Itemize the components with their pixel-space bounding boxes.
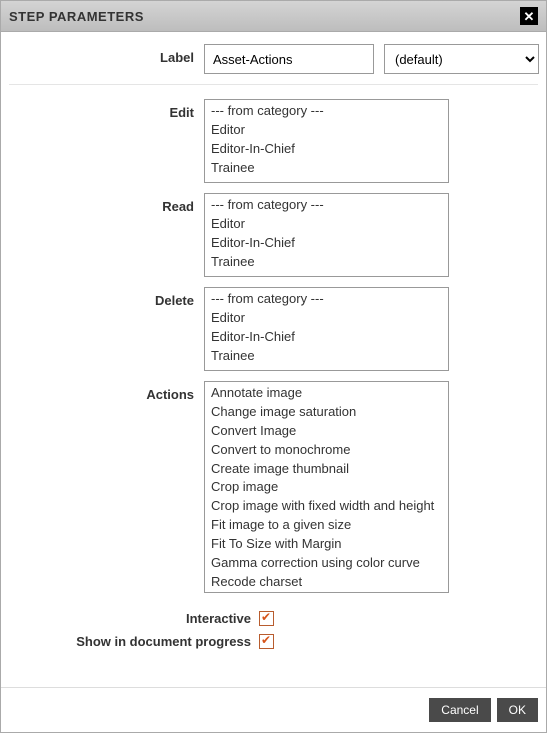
label-input[interactable]: [204, 44, 374, 74]
delete-row: Delete --- from category --- Editor Edit…: [9, 287, 538, 371]
actions-row: Actions Annotate image Change image satu…: [9, 381, 538, 593]
close-icon: ✕: [524, 10, 535, 23]
interactive-caption: Interactive: [9, 611, 259, 626]
show-progress-caption: Show in document progress: [9, 634, 259, 649]
read-caption: Read: [9, 193, 204, 214]
edit-listbox[interactable]: --- from category --- Editor Editor-In-C…: [204, 99, 449, 183]
delete-listbox[interactable]: --- from category --- Editor Editor-In-C…: [204, 287, 449, 371]
interactive-row: Interactive: [9, 611, 538, 626]
list-item[interactable]: Crop image: [211, 478, 442, 497]
dialog-content: Label (default) Edit --- from category -…: [1, 32, 546, 673]
list-item[interactable]: Annotate image: [211, 384, 442, 403]
list-item[interactable]: Fit To Size with Margin: [211, 535, 442, 554]
list-item[interactable]: Convert to monochrome: [211, 441, 442, 460]
list-item[interactable]: Resize image: [211, 592, 442, 593]
read-row: Read --- from category --- Editor Editor…: [9, 193, 538, 277]
show-progress-row: Show in document progress: [9, 634, 538, 649]
label-row: Label (default): [9, 44, 538, 74]
title-bar: STEP PARAMETERS ✕: [1, 1, 546, 32]
dialog-footer: Cancel OK: [1, 687, 546, 732]
ok-button[interactable]: OK: [497, 698, 538, 722]
list-item[interactable]: Change image saturation: [211, 403, 442, 422]
list-item[interactable]: Editor: [211, 215, 442, 234]
list-item[interactable]: Convert Image: [211, 422, 442, 441]
list-item[interactable]: Recode charset: [211, 573, 442, 592]
default-select[interactable]: (default): [384, 44, 539, 74]
edit-row: Edit --- from category --- Editor Editor…: [9, 99, 538, 183]
list-item[interactable]: Trainee: [211, 347, 442, 366]
list-item[interactable]: Editor-In-Chief: [211, 234, 442, 253]
separator: [9, 84, 538, 85]
show-progress-checkbox[interactable]: [259, 634, 274, 649]
cancel-button[interactable]: Cancel: [429, 698, 490, 722]
list-item[interactable]: Editor: [211, 121, 442, 140]
label-caption: Label: [9, 44, 204, 65]
actions-listbox[interactable]: Annotate image Change image saturation C…: [204, 381, 449, 593]
list-item[interactable]: Editor-In-Chief: [211, 140, 442, 159]
step-parameters-dialog: STEP PARAMETERS ✕ Label (default) Edit -…: [0, 0, 547, 733]
list-item[interactable]: Gamma correction using color curve: [211, 554, 442, 573]
close-button[interactable]: ✕: [520, 7, 538, 25]
delete-caption: Delete: [9, 287, 204, 308]
list-item[interactable]: Editor: [211, 309, 442, 328]
list-item[interactable]: --- from category ---: [211, 102, 442, 121]
dialog-title: STEP PARAMETERS: [9, 9, 144, 24]
list-item[interactable]: Editor-In-Chief: [211, 328, 442, 347]
read-listbox[interactable]: --- from category --- Editor Editor-In-C…: [204, 193, 449, 277]
list-item[interactable]: Fit image to a given size: [211, 516, 442, 535]
list-item[interactable]: Crop image with fixed width and height: [211, 497, 442, 516]
list-item[interactable]: Create image thumbnail: [211, 460, 442, 479]
interactive-checkbox[interactable]: [259, 611, 274, 626]
list-item[interactable]: --- from category ---: [211, 196, 442, 215]
list-item[interactable]: --- from category ---: [211, 290, 442, 309]
actions-caption: Actions: [9, 381, 204, 402]
edit-caption: Edit: [9, 99, 204, 120]
list-item[interactable]: Trainee: [211, 159, 442, 178]
list-item[interactable]: Trainee: [211, 253, 442, 272]
